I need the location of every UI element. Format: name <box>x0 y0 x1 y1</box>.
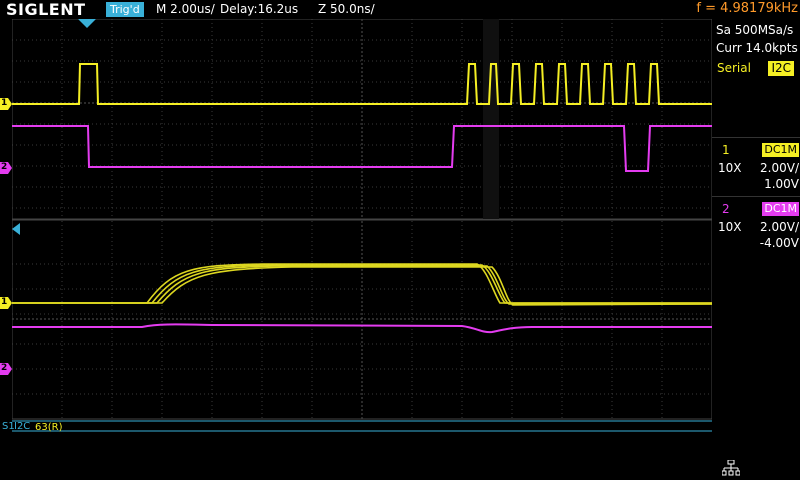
ch1-vdiv: 2.00V/ <box>760 161 799 175</box>
info-panel: Sa 500MSa/s Curr 14.0kpts Serial I2C 1 D… <box>712 19 800 480</box>
ch1-zoom-marker-label: 1 <box>1 297 8 307</box>
ch2-marker-label: 2 <box>1 162 8 172</box>
ch2-vdiv: 2.00V/ <box>760 220 799 234</box>
serial-decode-row[interactable]: Serial I2C <box>712 59 800 79</box>
trigger-position-marker[interactable] <box>78 19 96 29</box>
delay-readout[interactable]: Delay:16.2us <box>220 2 298 17</box>
ch1-settings[interactable]: 1 DC1M 10X 2.00V/ 1.00V <box>712 139 800 195</box>
ch2-offset: -4.00V <box>759 236 799 250</box>
ch1-number: 1 <box>722 143 730 157</box>
memory-depth: Curr 14.0kpts <box>716 41 798 55</box>
brand-logo: SIGLENT <box>6 0 86 19</box>
serial-bus-marker[interactable]: S1 <box>2 421 15 432</box>
ch2-zoom-marker-label: 2 <box>1 363 8 373</box>
ch1-coupling: DC1M <box>762 143 799 157</box>
ch2-number: 2 <box>722 202 730 216</box>
frequency-counter: f = 4.98179kHz <box>696 1 798 16</box>
decode-value: 63(R) <box>35 422 63 433</box>
serial-label: Serial <box>717 61 751 75</box>
ch1-probe: 10X <box>718 161 742 175</box>
ch2-coupling: DC1M <box>762 202 799 216</box>
status-bar: SIGLENT Trig'd M 2.00us/ Delay:16.2us Z … <box>0 0 800 19</box>
ch1-offset: 1.00V <box>764 177 799 191</box>
ch2-settings[interactable]: 2 DC1M 10X 2.00V/ -4.00V <box>712 198 800 254</box>
serial-protocol-badge: I2C <box>768 61 794 76</box>
zoom-timebase-readout[interactable]: Z 50.0ns/ <box>318 2 375 17</box>
zoom-trigger-marker[interactable] <box>12 223 20 235</box>
trigger-status-badge[interactable]: Trig'd <box>106 2 144 17</box>
decode-bus-label: I2C <box>14 421 31 432</box>
waveform-display[interactable] <box>12 19 712 438</box>
ch1-marker-label: 1 <box>1 98 8 108</box>
timebase-readout[interactable]: M 2.00us/ <box>156 2 215 17</box>
ch2-probe: 10X <box>718 220 742 234</box>
sample-rate: Sa 500MSa/s <box>716 23 794 37</box>
network-icon[interactable] <box>722 460 740 476</box>
